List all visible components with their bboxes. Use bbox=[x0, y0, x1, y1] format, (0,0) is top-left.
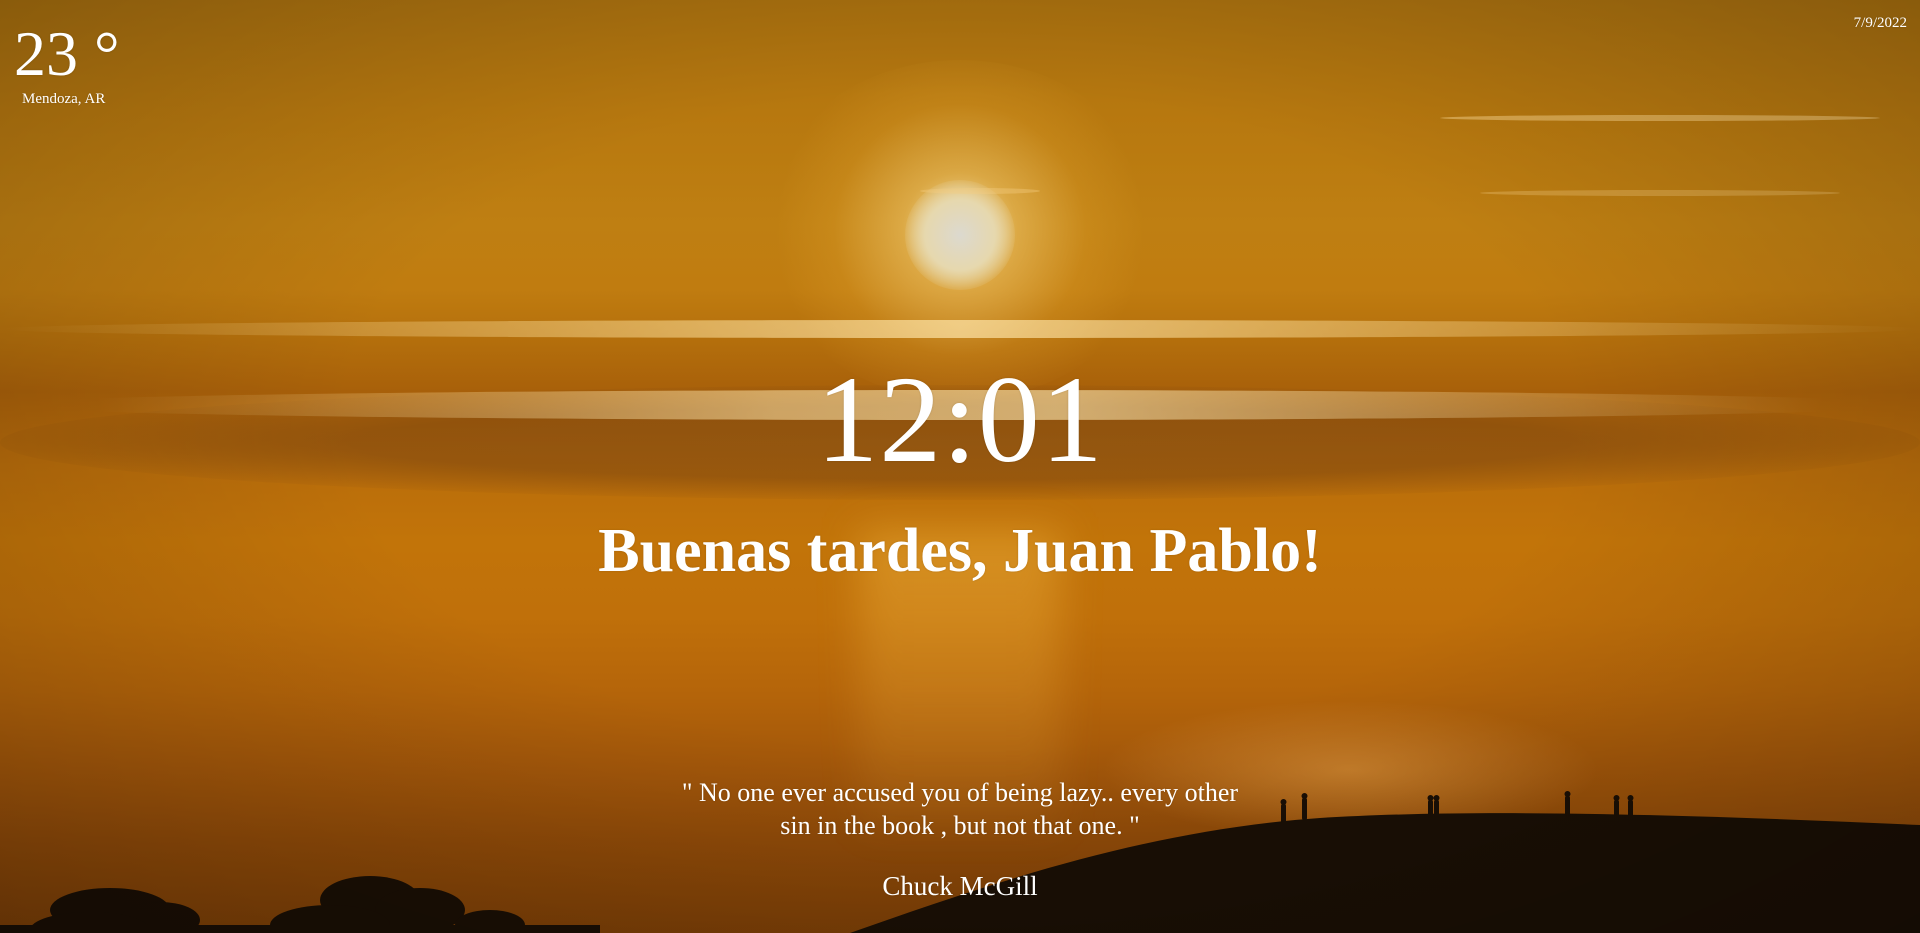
quote-author: Chuck McGill bbox=[882, 871, 1038, 901]
clock: 12:01 bbox=[816, 351, 1104, 488]
greeting: Buenas tardes, Juan Pablo! bbox=[598, 517, 1322, 585]
weather-widget: 23 ° Mendoza, AR bbox=[14, 14, 124, 108]
temperature: 23 ° bbox=[14, 18, 120, 89]
quote-text: " No one ever accused you of being lazy.… bbox=[681, 778, 1239, 840]
quote-block: " No one ever accused you of being lazy.… bbox=[0, 776, 1920, 903]
date-label: 7/9/2022 bbox=[1853, 15, 1907, 31]
